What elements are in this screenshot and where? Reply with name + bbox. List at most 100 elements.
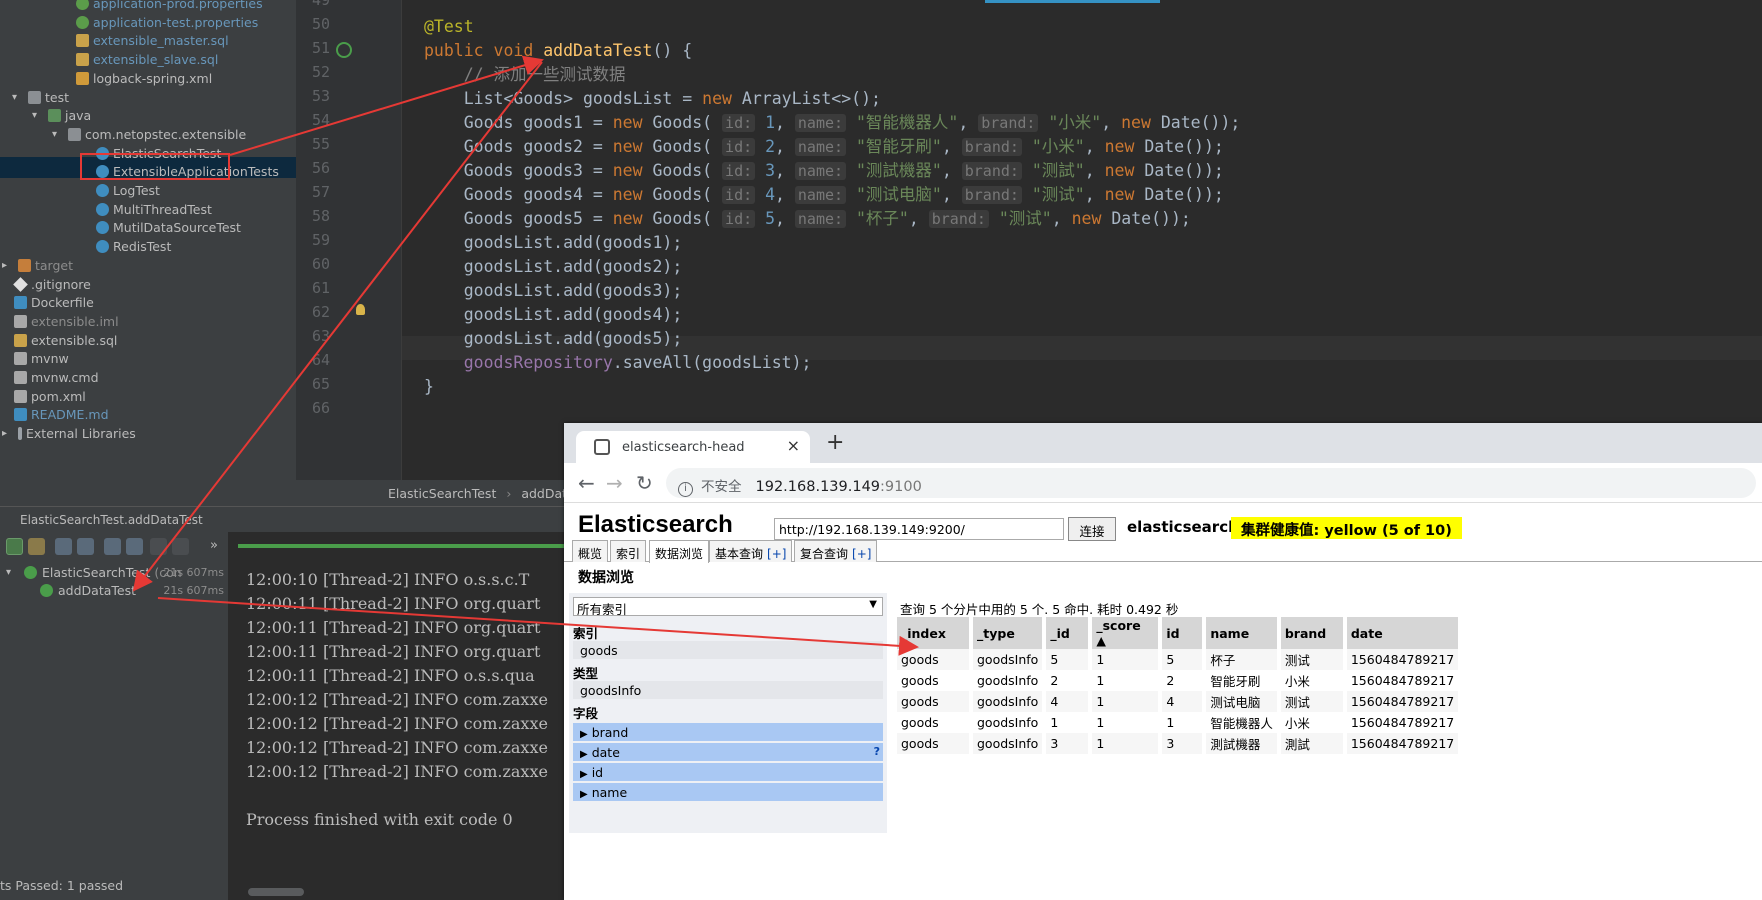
sort-duration-icon[interactable] bbox=[77, 538, 94, 555]
field-item-brand[interactable]: ▶ brand bbox=[573, 723, 883, 741]
test-passed-icon bbox=[40, 583, 53, 597]
run-panel: ElasticSearchTest.addDataTest » ▾ Elastic… bbox=[0, 506, 570, 900]
console-output[interactable]: 12:00:10 [Thread-2] INFO o.s.s.c.T 12:00:… bbox=[228, 562, 570, 900]
console-line: 12:00:11 [Thread-2] INFO org.quart bbox=[246, 594, 541, 613]
es-tab-4[interactable]: 复合查询 [+] bbox=[794, 540, 878, 562]
breadcrumb-separator: › bbox=[506, 486, 512, 501]
expand-arrow-icon[interactable]: ▾ bbox=[6, 567, 20, 578]
column-header[interactable]: _type bbox=[971, 617, 1047, 649]
table-row[interactable]: goods goodsInfo 1 1 1 智能機器人 小米 1560484789217 bbox=[897, 712, 1463, 733]
code-line-53: List<Goods> goodsList = new ArrayList<>(… bbox=[424, 89, 881, 108]
show-passed-icon[interactable] bbox=[6, 538, 23, 555]
index-item-goods[interactable]: goods bbox=[573, 641, 883, 659]
column-header[interactable]: _index bbox=[897, 617, 973, 649]
expand-all-icon[interactable] bbox=[104, 538, 121, 555]
table-cell: 1560484789217 bbox=[1344, 649, 1463, 670]
table-row[interactable]: goods goodsInfo 4 1 4 测试电脑 测试 1560484789217 bbox=[897, 691, 1463, 712]
console-scrollbar[interactable] bbox=[248, 888, 304, 896]
target-folder-icon bbox=[18, 258, 31, 272]
previous-failed-icon[interactable] bbox=[150, 538, 167, 555]
expand-arrow-icon[interactable]: ▾ bbox=[32, 110, 44, 121]
tree-item[interactable]: ▸ External Libraries bbox=[0, 423, 296, 444]
tests-passed-status: ts Passed: 1 passed bbox=[0, 872, 125, 898]
help-icon[interactable]: ? bbox=[874, 745, 880, 758]
column-header[interactable]: _id bbox=[1044, 617, 1093, 649]
breadcrumb-class[interactable]: ElasticSearchTest bbox=[388, 486, 496, 501]
index-select[interactable]: 所有索引 ▼ bbox=[573, 597, 883, 617]
reload-icon[interactable]: ↻ bbox=[636, 471, 653, 495]
line-number: 59 bbox=[311, 231, 330, 249]
insecure-label[interactable]: 不安全 bbox=[701, 479, 742, 495]
address-bar[interactable]: i 不安全 192.168.139.149:9100 bbox=[666, 468, 1756, 498]
test-node[interactable]: addDataTest 21s 607ms bbox=[0, 580, 228, 600]
es-tab-plus[interactable]: [+] bbox=[767, 547, 786, 561]
tree-item-label: .gitignore bbox=[31, 276, 91, 292]
table-cell: 1 bbox=[1090, 712, 1163, 733]
field-item-name[interactable]: ▶ name bbox=[573, 783, 883, 801]
column-header[interactable]: date bbox=[1344, 617, 1463, 649]
expand-arrow-icon[interactable]: ▾ bbox=[52, 129, 64, 140]
expand-triangle-icon[interactable]: ▶ bbox=[580, 789, 588, 800]
line-number: 52 bbox=[311, 63, 330, 81]
run-test-icon[interactable] bbox=[336, 42, 352, 58]
es-connect-url-input[interactable]: http://192.168.139.149:9200/ bbox=[774, 518, 1064, 540]
es-tab-label: 基本查询 bbox=[715, 547, 764, 561]
expand-arrow-icon[interactable]: ▾ bbox=[12, 92, 24, 103]
collapsed-arrow-icon[interactable]: ▸ bbox=[2, 260, 14, 271]
back-icon[interactable]: ← bbox=[578, 471, 595, 495]
forward-icon[interactable]: → bbox=[606, 471, 623, 495]
browser-tab[interactable]: elasticsearch-head × bbox=[576, 431, 810, 463]
more-actions-icon[interactable]: » bbox=[210, 538, 218, 553]
tree-item-label: MutilDataSourceTest bbox=[113, 220, 241, 236]
es-tab-0[interactable]: 概览 bbox=[572, 540, 609, 562]
es-tab-plus[interactable]: [+] bbox=[852, 547, 871, 561]
table-cell: 1 bbox=[1044, 712, 1093, 733]
test-progress-bar bbox=[238, 544, 570, 548]
next-failed-icon[interactable] bbox=[172, 538, 189, 555]
field-item-id[interactable]: ▶ id bbox=[573, 763, 883, 781]
expand-triangle-icon[interactable]: ▶ bbox=[580, 749, 588, 760]
line-number: 62 bbox=[311, 303, 330, 321]
line-number: 65 bbox=[311, 375, 330, 393]
code-line-50: @Test bbox=[424, 17, 474, 36]
editor-gutter: 49 50 51 52 53 54 55 56 57 58 59 60 61 62 63 64 65 66 bbox=[296, 0, 402, 480]
table-cell: 3 bbox=[1044, 733, 1093, 754]
tree-item-label: Dockerfile bbox=[31, 295, 94, 311]
collapse-all-icon[interactable] bbox=[126, 538, 143, 555]
tree-item-label: mvnw.cmd bbox=[31, 370, 99, 385]
line-number: 51 bbox=[311, 39, 330, 57]
console-line: 12:00:10 [Thread-2] INFO o.s.s.c.T bbox=[246, 570, 530, 589]
type-item-goodsinfo[interactable]: goodsInfo bbox=[573, 681, 883, 699]
new-tab-icon[interactable]: + bbox=[826, 430, 844, 455]
sort-alpha-icon[interactable] bbox=[55, 538, 72, 555]
es-tab-2[interactable]: 数据浏览 bbox=[649, 540, 710, 563]
lightbulb-icon[interactable] bbox=[356, 304, 365, 315]
table-row[interactable]: goods goodsInfo 3 1 3 測試機器 測試 1560484789217 bbox=[897, 733, 1463, 754]
expand-triangle-icon[interactable]: ▶ bbox=[580, 729, 588, 740]
info-icon[interactable]: i bbox=[678, 482, 693, 497]
class-icon bbox=[96, 202, 109, 216]
column-header[interactable]: id bbox=[1160, 617, 1207, 649]
es-logo: Elasticsearch bbox=[578, 511, 733, 538]
tree-item-label: pom.xml bbox=[31, 388, 86, 404]
test-node[interactable]: ▾ ElasticSearchTest (con 21s 607ms bbox=[0, 562, 228, 582]
column-header[interactable]: brand bbox=[1278, 617, 1347, 649]
close-tab-icon[interactable]: × bbox=[787, 436, 800, 455]
field-item-date[interactable]: ▶ date? bbox=[573, 743, 883, 761]
column-header[interactable]: name bbox=[1204, 617, 1281, 649]
collapsed-arrow-icon[interactable]: ▸ bbox=[2, 428, 14, 439]
tree-item-label: extensible.sql bbox=[31, 332, 118, 348]
code-line-54: Goods goods1 = new Goods( id: 1, name: "… bbox=[424, 113, 1241, 132]
table-row[interactable]: goods goodsInfo 5 1 5 杯子 测试 1560484789217 bbox=[897, 649, 1463, 670]
run-config-title[interactable]: ElasticSearchTest.addDataTest bbox=[20, 513, 203, 527]
column-header[interactable]: _score ▲ bbox=[1090, 617, 1163, 649]
expand-triangle-icon[interactable]: ▶ bbox=[580, 769, 588, 780]
code-line-56: Goods goods3 = new Goods( id: 3, name: "… bbox=[424, 161, 1224, 180]
es-tab-1[interactable]: 索引 bbox=[610, 540, 647, 562]
table-row[interactable]: goods goodsInfo 2 1 2 智能牙刷 小米 1560484789217 bbox=[897, 670, 1463, 691]
show-ignored-icon[interactable] bbox=[28, 538, 45, 555]
tree-item-label: java bbox=[65, 108, 92, 124]
url-host: 192.168.139.149 bbox=[755, 479, 881, 495]
code-line-61: goodsList.add(goods3); bbox=[424, 281, 683, 300]
es-tab-3[interactable]: 基本查询 [+] bbox=[709, 540, 793, 562]
